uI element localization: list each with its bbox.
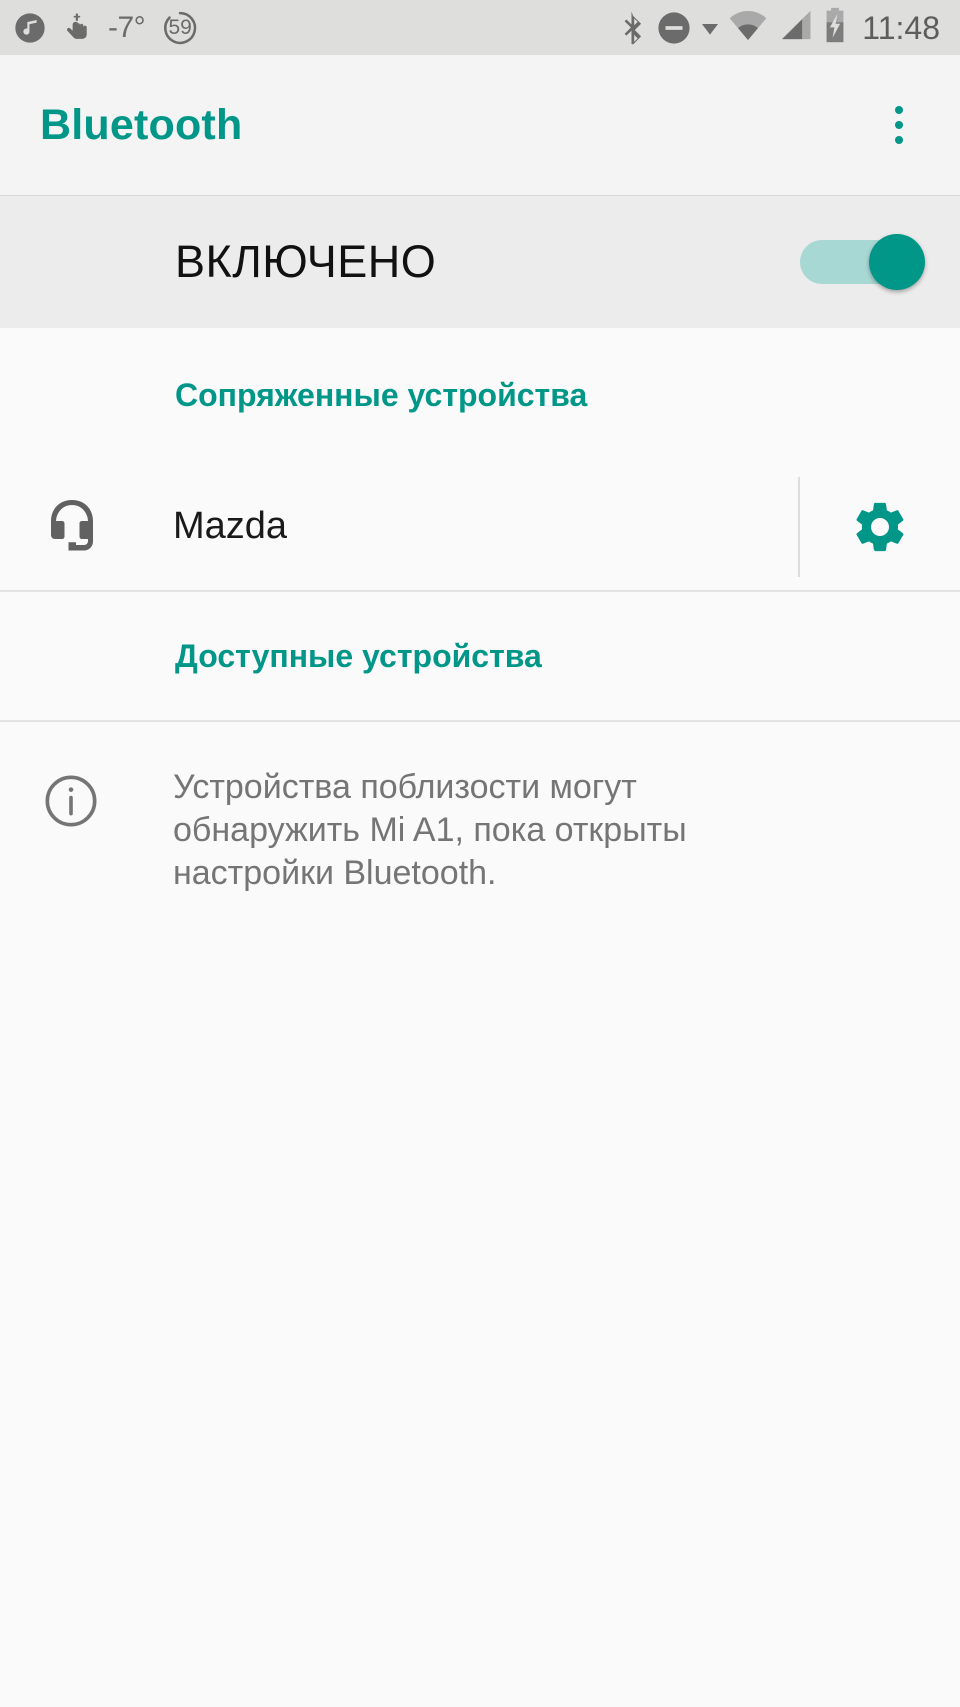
headset-mic-icon [42, 496, 102, 558]
bluetooth-toggle-switch[interactable] [800, 234, 925, 290]
info-icon [42, 766, 102, 830]
bluetooth-master-switch-row[interactable]: ВКЛЮЧЕНО [0, 195, 960, 328]
overflow-menu-icon[interactable] [871, 90, 927, 160]
battery-saver-badge: 59 [161, 9, 199, 47]
device-settings-gear-icon[interactable] [800, 497, 960, 557]
status-bar-clock: 11:48 [862, 9, 940, 46]
switch-thumb [869, 234, 925, 290]
content-area: Сопряженные устройства Mazda Доступные у… [0, 328, 960, 1707]
discoverability-info-row: Устройства поблизости могут обнаружить M… [0, 722, 960, 895]
do-not-touch-icon [62, 11, 92, 45]
temperature-indicator: -7° [108, 10, 146, 44]
overflow-dot [895, 136, 903, 144]
battery-saver-value: 59 [168, 16, 192, 39]
bluetooth-icon [620, 10, 646, 46]
section-header-paired-devices: Сопряженные устройства [175, 377, 588, 413]
cellular-signal-icon [778, 10, 812, 45]
status-bar-left-group: -7° 59 [14, 9, 199, 47]
do-not-disturb-icon [657, 11, 691, 45]
bluetooth-state-label: ВКЛЮЧЕНО [175, 236, 437, 287]
section-header-available-devices: Доступные устройства [175, 637, 542, 674]
page-title: Bluetooth [40, 100, 243, 149]
overflow-dot [895, 121, 903, 129]
battery-charging-icon [823, 7, 847, 48]
paired-device-row-mazda[interactable]: Mazda [0, 463, 960, 590]
device-name: Mazda [173, 505, 288, 547]
status-bar-right-group: 11:48 [620, 7, 940, 48]
dropdown-caret-icon [702, 21, 719, 35]
overflow-dot [895, 106, 903, 114]
music-note-icon [14, 12, 46, 44]
status-bar: -7° 59 11:48 [0, 0, 960, 55]
discoverability-info-text: Устройства поблизости могут обнаружить M… [173, 768, 687, 892]
wifi-icon [729, 10, 767, 45]
app-bar: Bluetooth [0, 55, 960, 195]
